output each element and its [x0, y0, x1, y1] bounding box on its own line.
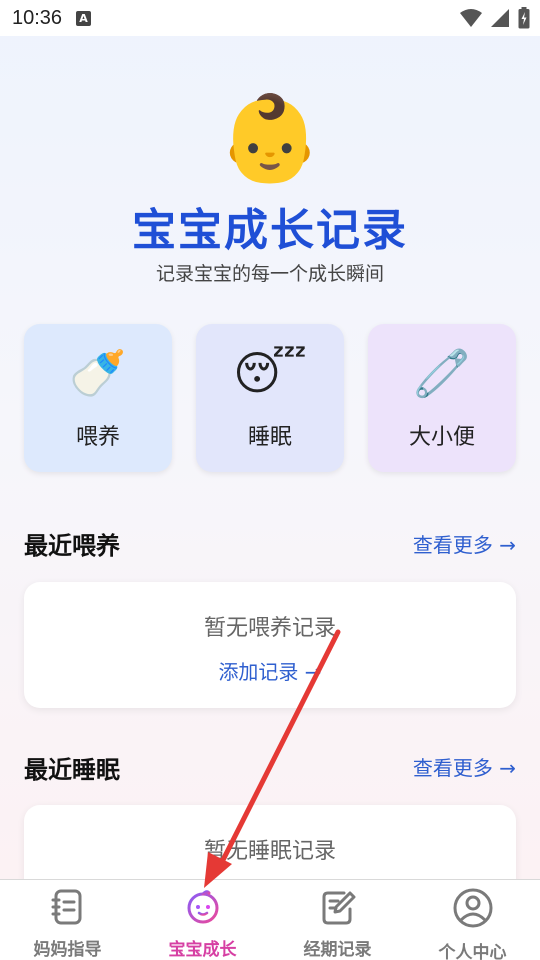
nav-mom-guide-label: 妈妈指导 [33, 940, 102, 960]
page-title: 宝宝成长记录 [132, 205, 408, 256]
sleeping-face-icon: 😴 [233, 346, 307, 400]
baby-bottle-icon: 🍼 [69, 346, 127, 400]
feeding-card[interactable]: 🍼 喂养 [24, 324, 172, 472]
feeding-empty-text: 暂无喂养记录 [203, 616, 336, 641]
battery-icon [518, 7, 530, 29]
feeding-view-more-link[interactable]: 查看更多 → [413, 529, 516, 558]
notification-a-icon: A [76, 10, 92, 26]
nav-period-record[interactable]: 经期记录 [270, 880, 405, 960]
cell-signal-icon [491, 9, 509, 27]
feeding-card-label: 喂养 [75, 425, 120, 450]
recent-sleep-title: 最近睡眠 [24, 756, 120, 784]
nav-profile[interactable]: 个人中心 [405, 880, 540, 960]
category-cards: 🍼 喂养 😴 睡眠 🧷 大小便 [24, 324, 516, 472]
notebook-icon [48, 888, 88, 925]
user-circle-icon [453, 888, 493, 928]
nav-mom-guide[interactable]: 妈妈指导 [0, 880, 135, 960]
feeding-empty-card: 暂无喂养记录 添加记录 → [24, 582, 516, 708]
bottom-nav: 妈妈指导 宝宝成长 经期记录 个人中心 [0, 879, 540, 960]
status-bar: 10:36 A [0, 0, 540, 36]
diaper-card[interactable]: 🧷 大小便 [368, 324, 516, 472]
edit-note-icon [318, 888, 358, 925]
safety-pin-icon: 🧷 [413, 346, 471, 400]
diaper-card-label: 大小便 [408, 425, 475, 450]
nav-baby-growth-label: 宝宝成长 [168, 940, 237, 960]
nav-profile-label: 个人中心 [438, 943, 507, 960]
status-icons [460, 7, 530, 29]
sleep-empty-text: 暂无睡眠记录 [203, 839, 336, 864]
nav-baby-growth[interactable]: 宝宝成长 [135, 880, 270, 960]
recent-feeding-title: 最近喂养 [24, 532, 120, 560]
nav-period-record-label: 经期记录 [303, 940, 372, 960]
sleep-view-more-link[interactable]: 查看更多 → [413, 752, 516, 781]
status-time: 10:36 [12, 6, 63, 29]
sleep-card-label: 睡眠 [247, 425, 292, 450]
wifi-icon [460, 9, 482, 27]
add-feeding-record-link[interactable]: 添加记录 → [24, 656, 516, 685]
baby-emoji-icon: 👶 [217, 89, 323, 187]
baby-face-icon [183, 888, 223, 925]
page-subtitle: 记录宝宝的每一个成长瞬间 [155, 263, 384, 285]
sleep-card[interactable]: 😴 睡眠 [196, 324, 344, 472]
